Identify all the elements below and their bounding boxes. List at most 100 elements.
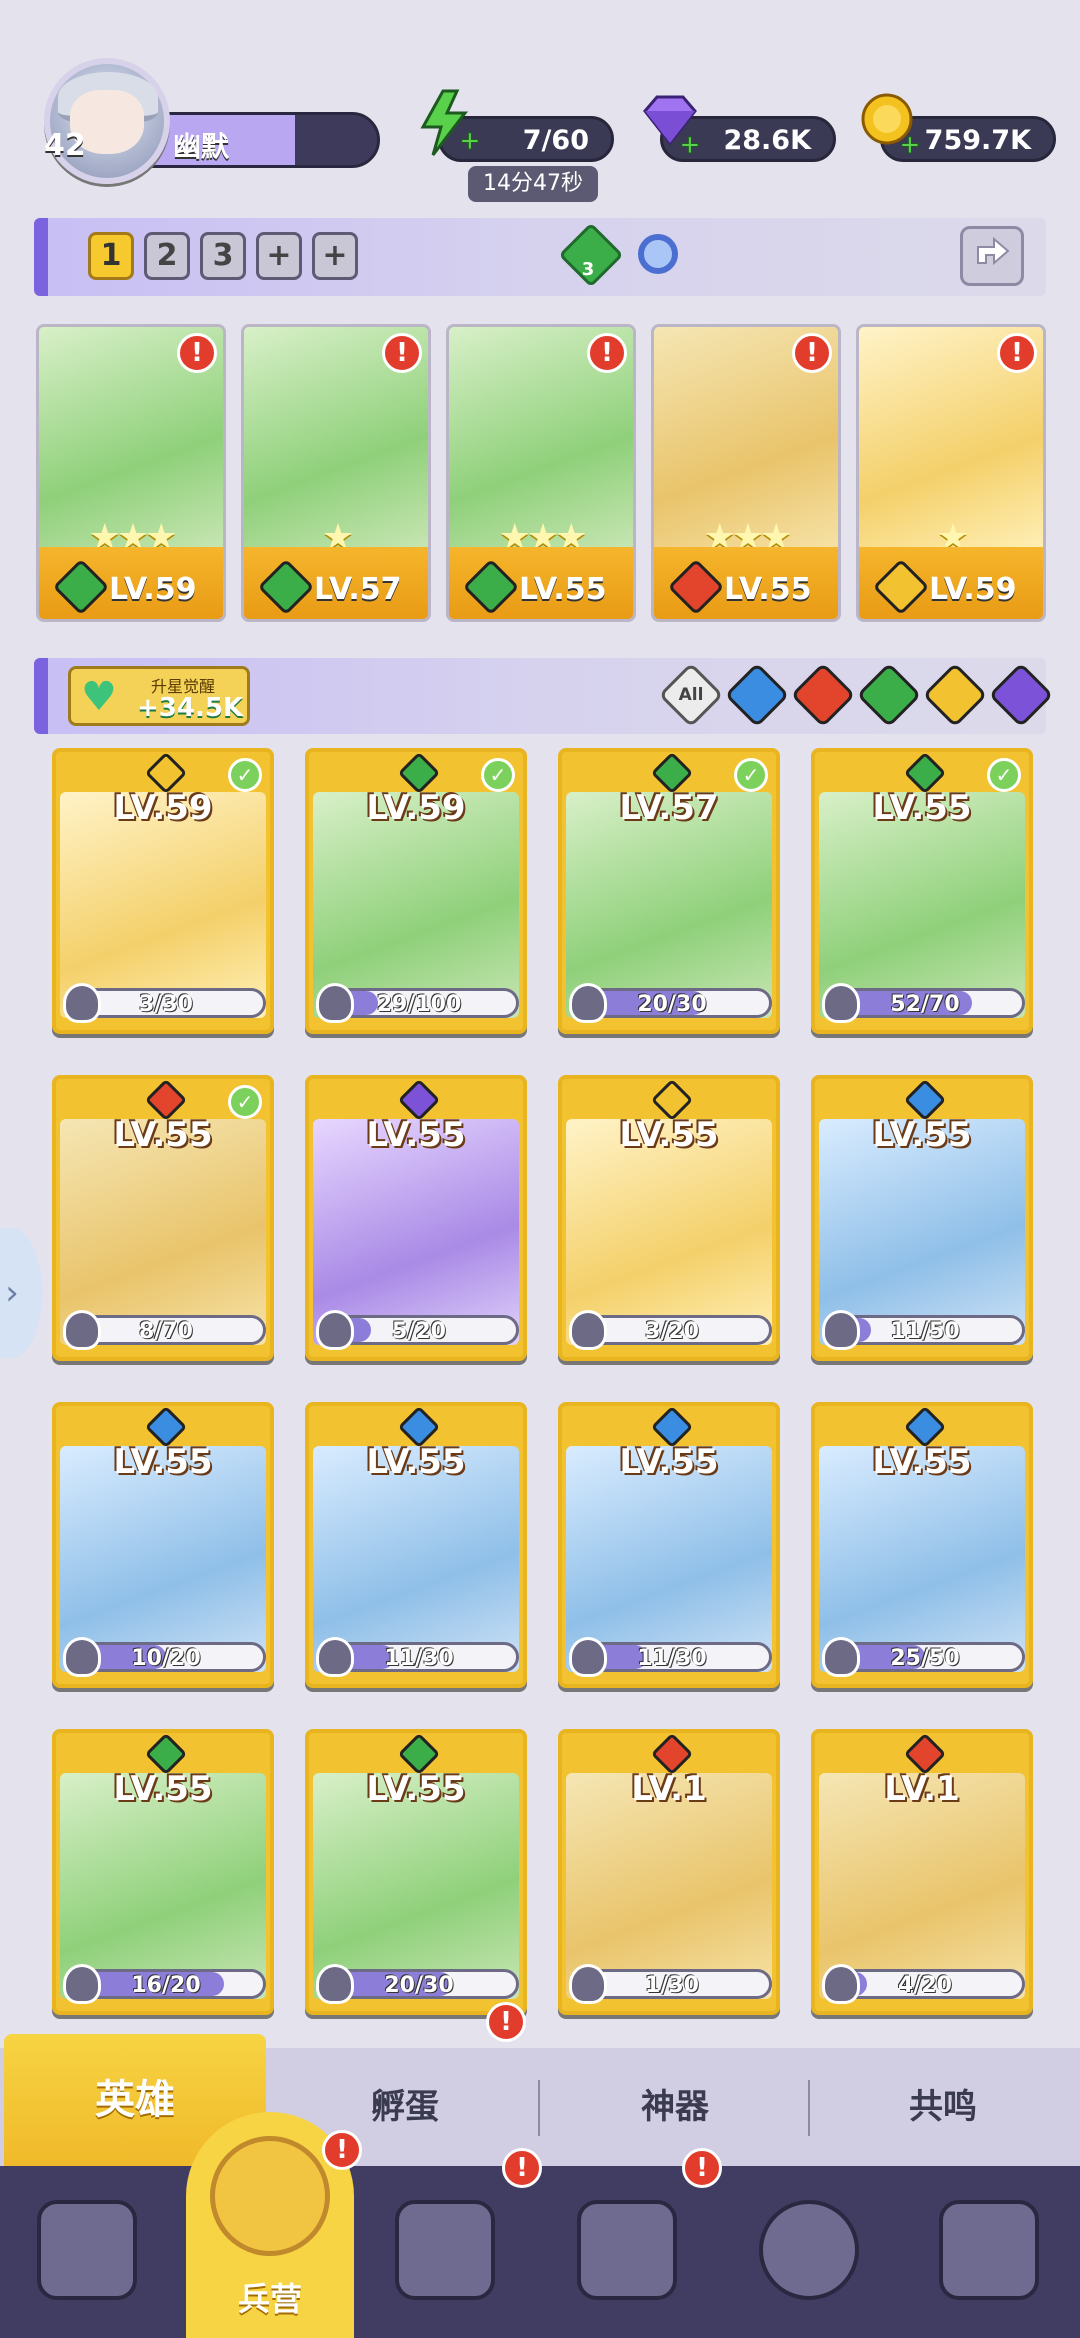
shard-count: 25/50	[890, 1646, 960, 1671]
awaken-value: +34.5K	[137, 693, 244, 723]
share-button[interactable]	[960, 226, 1024, 286]
heart-icon: ♥	[81, 674, 117, 720]
shard-progress: 10/20	[63, 1637, 266, 1677]
nav-mushroom[interactable]	[744, 2186, 874, 2316]
hero-card[interactable]: LV.55 11/30	[558, 1402, 780, 1688]
shard-progress: 11/30	[569, 1637, 772, 1677]
shard-count: 11/50	[890, 1319, 960, 1344]
hero-card[interactable]: LV.1 1/30	[558, 1729, 780, 2015]
main-nav: 兵营 ! ! !	[0, 2112, 1080, 2338]
hero-card[interactable]: LV.59 ✓ 29/100	[305, 748, 527, 1034]
alert-badge: !	[997, 333, 1037, 373]
hero-card[interactable]: LV.55 20/30	[305, 1729, 527, 2015]
hero-level: LV.59	[366, 788, 466, 828]
shard-count: 20/30	[384, 1973, 454, 1998]
shard-count: 8/70	[139, 1319, 193, 1344]
lightning-icon: +	[420, 89, 481, 157]
element-count-icon[interactable]: 3	[558, 222, 624, 288]
hero-card[interactable]: LV.55 11/50	[811, 1075, 1033, 1361]
filter-water-icon[interactable]	[724, 662, 790, 728]
shard-count: 20/30	[637, 992, 707, 1017]
hero-card[interactable]: LV.55 5/20	[305, 1075, 527, 1361]
svg-text:+: +	[459, 126, 481, 156]
shard-count: 3/20	[645, 1319, 699, 1344]
energy-timer: 14分47秒	[468, 166, 598, 202]
shard-count: 11/30	[384, 1646, 454, 1671]
hero-card[interactable]: LV.55 3/20	[558, 1075, 780, 1361]
team-add-button-1[interactable]: +	[256, 232, 302, 280]
hero-card[interactable]: LV.55 ✓ 52/70	[811, 748, 1033, 1034]
barracks-alert-badge: !	[322, 2130, 362, 2170]
hero-card[interactable]: LV.57 ✓ 20/30	[558, 748, 780, 1034]
hero-level: LV.55	[872, 788, 972, 828]
hero-card[interactable]: LV.55 25/50	[811, 1402, 1033, 1688]
hero-level: LV.55	[724, 572, 812, 607]
hero-level: LV.55	[113, 1115, 213, 1155]
gold-value: 759.7K	[924, 125, 1031, 156]
filter-light-icon[interactable]	[922, 662, 988, 728]
energy-counter[interactable]: + 7/60	[420, 89, 614, 162]
team-hero-card[interactable]: ★ LV.59!	[856, 324, 1046, 622]
team-tab-3[interactable]: 3	[200, 232, 246, 280]
shard-count: 11/30	[637, 1646, 707, 1671]
hero-level: LV.55	[872, 1442, 972, 1482]
shard-count: 1/30	[645, 1973, 699, 1998]
shard-progress: 52/70	[822, 983, 1025, 1023]
team-tab-2[interactable]: 2	[144, 232, 190, 280]
shard-progress: 20/30	[316, 1964, 519, 2004]
shard-count: 16/20	[131, 1973, 201, 1998]
side-expand-tab[interactable]: ›	[0, 1228, 42, 1358]
search-icon[interactable]	[638, 234, 678, 274]
check-icon: ✓	[481, 758, 515, 792]
castle-alert-badge: !	[682, 2148, 722, 2188]
filter-dark-icon[interactable]	[988, 662, 1054, 728]
tab-resonance[interactable]: 共鸣	[810, 2048, 1076, 2166]
hero-level: LV.59	[929, 572, 1017, 607]
alert-badge: !	[177, 333, 217, 373]
energy-value: 7/60	[522, 125, 589, 156]
team-tab-1[interactable]: 1	[88, 232, 134, 280]
player-avatar[interactable]	[44, 58, 170, 184]
filter-all[interactable]: All	[658, 662, 724, 728]
hero-card[interactable]: LV.55 10/20	[52, 1402, 274, 1688]
hero-card[interactable]: LV.55 16/20	[52, 1729, 274, 2015]
nav-map[interactable]	[380, 2186, 510, 2316]
hero-card[interactable]: LV.59 ✓ 3/30	[52, 748, 274, 1034]
player-name-bar[interactable]: 幽默	[140, 112, 380, 168]
gold-counter[interactable]: + 759.7K	[861, 93, 1056, 162]
team-add-button-2[interactable]: +	[312, 232, 358, 280]
filter-fire-icon[interactable]	[790, 662, 856, 728]
hero-level: LV.59	[109, 572, 197, 607]
nav-guild[interactable]	[924, 2186, 1054, 2316]
check-icon: ✓	[228, 1085, 262, 1119]
hero-card[interactable]: LV.55 ✓ 8/70	[52, 1075, 274, 1361]
castle-icon	[577, 2200, 677, 2300]
shard-count: 4/20	[898, 1973, 952, 1998]
shard-progress: 16/20	[63, 1964, 266, 2004]
svg-text:+: +	[899, 130, 921, 159]
cards-icon	[37, 2200, 137, 2300]
hero-level: LV.57	[619, 788, 719, 828]
filter-all-label: All	[678, 685, 704, 705]
hero-card[interactable]: LV.1 4/20	[811, 1729, 1033, 2015]
tab-artifact[interactable]: 神器	[540, 2048, 810, 2166]
hero-level: LV.55	[113, 1442, 213, 1482]
team-hero-card[interactable]: ★★★ LV.59!	[36, 324, 226, 622]
hero-card[interactable]: LV.55 11/30	[305, 1402, 527, 1688]
nav-cards[interactable]	[22, 2186, 152, 2316]
shard-count: 10/20	[131, 1646, 201, 1671]
gems-counter[interactable]: + 28.6K	[643, 95, 836, 162]
hero-level: LV.55	[872, 1115, 972, 1155]
shard-progress: 11/50	[822, 1310, 1025, 1350]
share-icon	[977, 236, 1010, 266]
filter-wind-icon[interactable]	[856, 662, 922, 728]
team-hero-card[interactable]: ★ LV.57!	[241, 324, 431, 622]
hero-level: LV.55	[113, 1769, 213, 1809]
team-hero-card[interactable]: ★★★ LV.55!	[446, 324, 636, 622]
nav-castle[interactable]	[562, 2186, 692, 2316]
alert-badge: !	[587, 333, 627, 373]
team-hero-card[interactable]: ★★★ LV.55!	[651, 324, 841, 622]
awaken-button[interactable]: ♥ 升星觉醒 +34.5K	[68, 666, 250, 726]
shard-count: 5/20	[392, 1319, 446, 1344]
shard-progress: 3/30	[63, 983, 266, 1023]
